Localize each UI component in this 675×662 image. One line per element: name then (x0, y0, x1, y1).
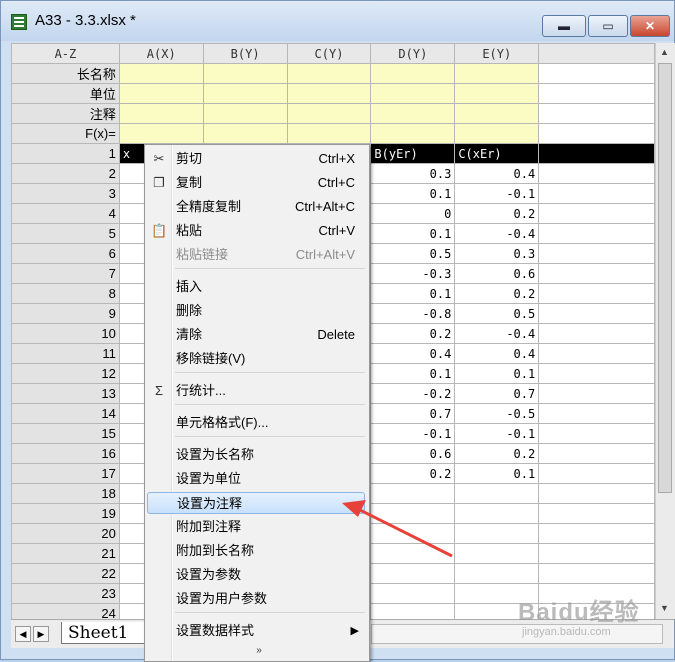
annotation-arrow (342, 500, 453, 558)
watermark-main: Baidu经验 (518, 599, 640, 626)
baidu-watermark: Baidu经验 jingyan.baidu.com (490, 588, 670, 648)
watermark-url: jingyan.baidu.com (522, 626, 611, 638)
arrow-head (342, 500, 366, 517)
arrow-shaft (355, 506, 453, 558)
